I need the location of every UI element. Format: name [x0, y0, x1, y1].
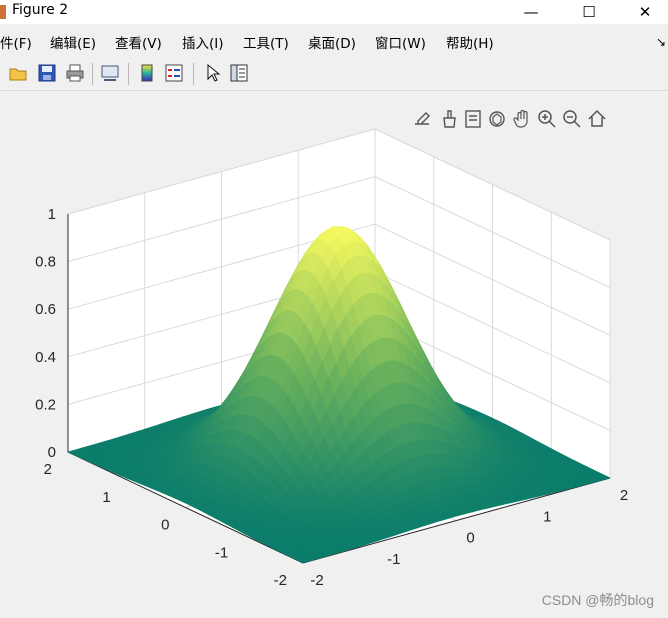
menu-file[interactable]: 件(F) — [0, 35, 32, 53]
x-tick-label: -2 — [310, 572, 323, 589]
close-icon: ✕ — [638, 3, 652, 21]
menu-view[interactable]: 查看(V) — [115, 35, 162, 53]
watermark: CSDN @畅的blog — [541, 592, 654, 608]
z-tick-label: 0.2 — [35, 396, 56, 413]
toolbar-separator — [92, 63, 93, 85]
rotate-3d-icon[interactable] — [486, 108, 508, 130]
y-tick-label: -2 — [274, 572, 287, 589]
menu-bar: 件(F) 编辑(E) 查看(V) 插入(I) 工具(T) 桌面(D) 窗口(W)… — [0, 30, 668, 56]
toolbar-separator — [128, 63, 129, 85]
menu-insert[interactable]: 插入(I) — [182, 35, 224, 53]
menu-tools[interactable]: 工具(T) — [243, 35, 289, 53]
x-tick-label: -1 — [387, 551, 400, 568]
y-tick-label: -1 — [215, 544, 228, 561]
figure-toolbar — [0, 58, 668, 91]
z-tick-label: 0 — [48, 444, 56, 461]
open-file-icon[interactable] — [8, 63, 28, 83]
menu-window[interactable]: 窗口(W) — [375, 35, 426, 53]
surface-plot[interactable]: 0 0.2 0.4 0.6 0.8 1 -2 -1 0 1 2 -2 -1 0 1 2 — [0, 92, 668, 618]
minimize-button[interactable]: — — [508, 0, 554, 24]
brush-icon[interactable] — [438, 108, 460, 130]
maximize-icon: ☐ — [582, 3, 596, 21]
minimize-icon: — — [523, 3, 539, 21]
z-tick-label: 0.6 — [35, 301, 56, 318]
toolbar-separator — [193, 63, 194, 85]
dock-arrow-icon[interactable]: ↘ — [656, 35, 666, 49]
x-tick-label: 0 — [466, 530, 474, 547]
y-tick-label: 1 — [102, 489, 110, 506]
x-tick-label: 2 — [620, 487, 628, 504]
restore-view-icon[interactable] — [586, 108, 608, 130]
z-tick-label: 0.4 — [35, 349, 56, 366]
datatip-icon[interactable] — [462, 108, 484, 130]
export-icon[interactable] — [412, 108, 434, 130]
menu-edit[interactable]: 编辑(E) — [50, 35, 96, 53]
save-icon[interactable] — [37, 63, 57, 83]
y-tick-label: 2 — [44, 461, 52, 478]
print-icon[interactable] — [65, 63, 85, 83]
insert-colorbar-icon[interactable] — [137, 63, 157, 83]
figure-canvas[interactable]: 0 0.2 0.4 0.6 0.8 1 -2 -1 0 1 2 -2 -1 0 1 2 — [0, 92, 668, 618]
menu-desktop[interactable]: 桌面(D) — [308, 35, 356, 53]
maximize-button[interactable]: ☐ — [566, 0, 612, 24]
x-tick-label: 1 — [543, 508, 551, 525]
zoom-in-icon[interactable] — [536, 108, 558, 130]
y-tick-label: 0 — [161, 517, 169, 534]
z-tick-label: 1 — [48, 206, 56, 223]
pan-icon[interactable] — [512, 108, 534, 130]
property-inspector-icon[interactable] — [229, 63, 249, 83]
title-bar: Figure 2 — ☐ ✕ — [0, 0, 668, 24]
link-plot-icon[interactable] — [100, 63, 120, 83]
matlab-icon — [0, 4, 6, 19]
menu-help[interactable]: 帮助(H) — [446, 35, 494, 53]
close-button[interactable]: ✕ — [622, 0, 668, 24]
insert-legend-icon[interactable] — [164, 63, 184, 83]
edit-plot-icon[interactable] — [202, 63, 222, 83]
zoom-out-icon[interactable] — [561, 108, 583, 130]
z-tick-label: 0.8 — [35, 254, 56, 271]
window-title: Figure 2 — [12, 2, 69, 18]
